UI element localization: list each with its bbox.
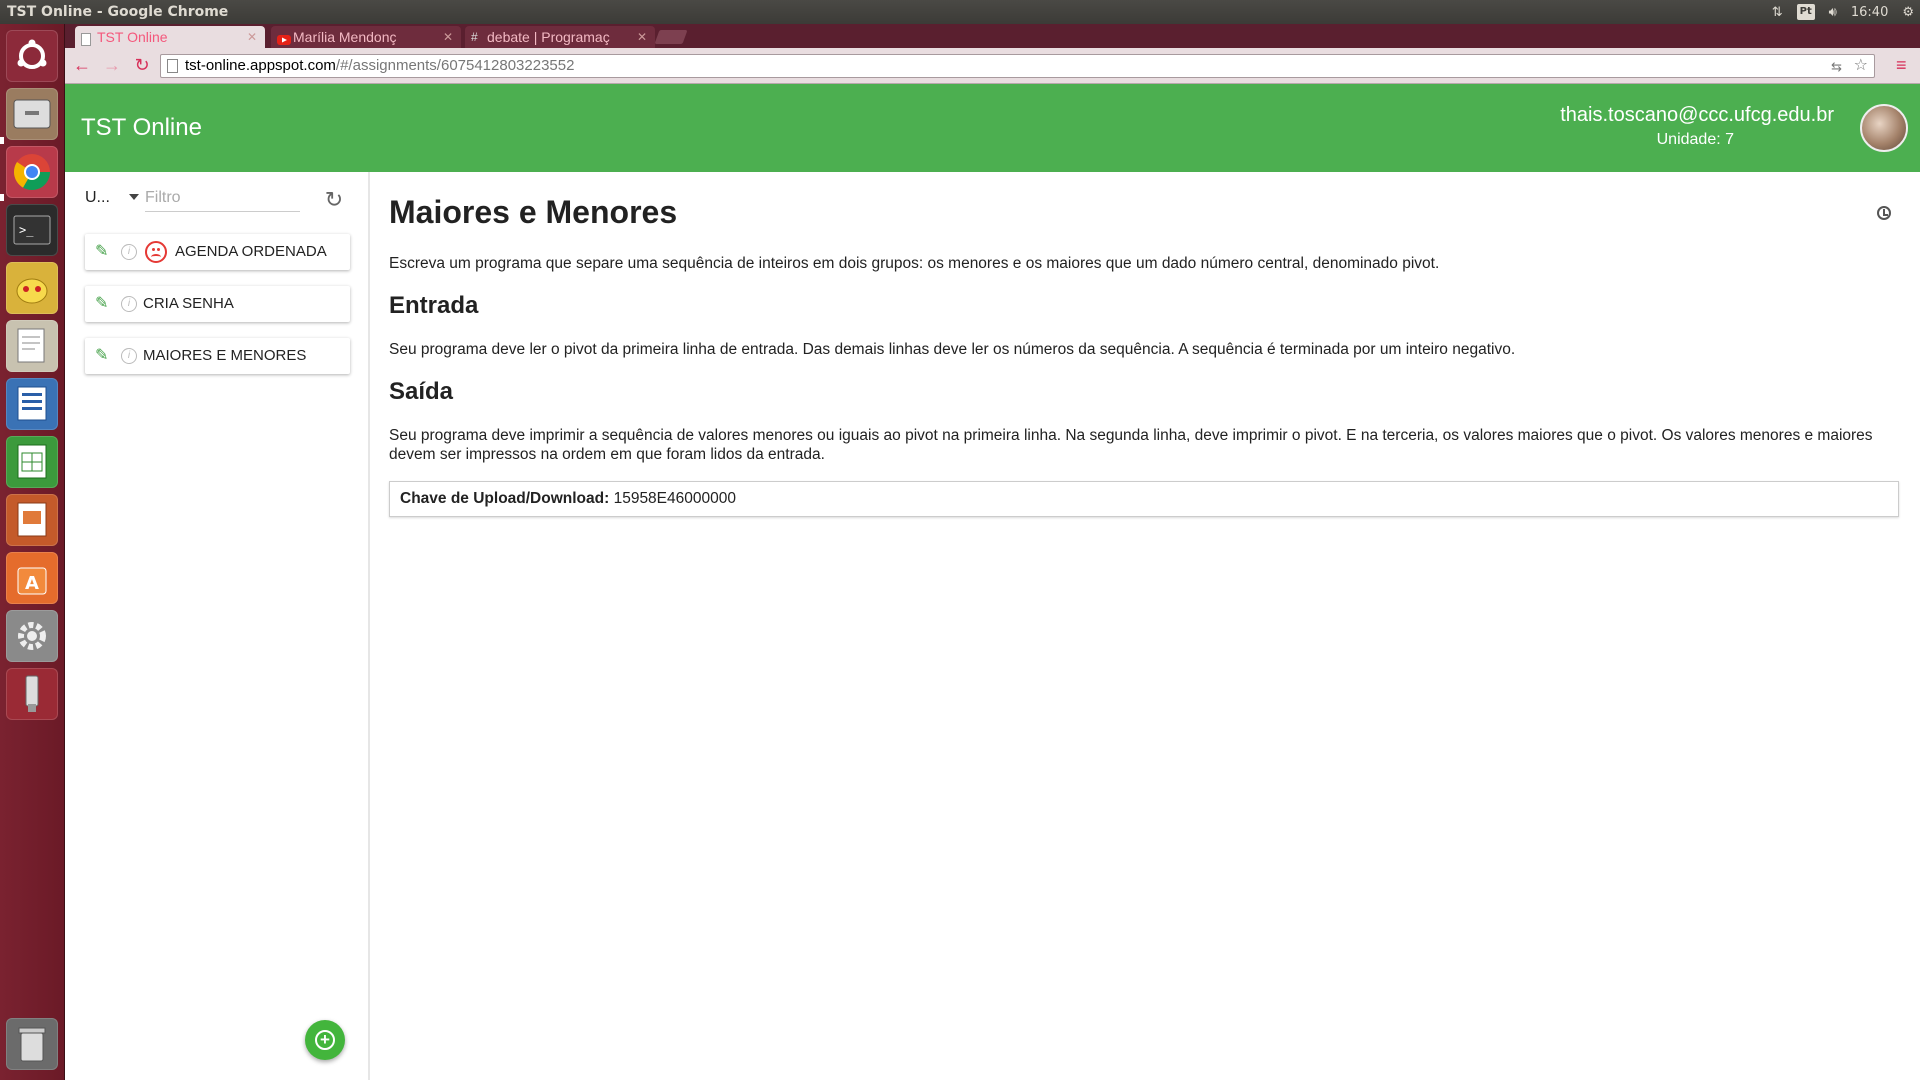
pencil-icon[interactable]: ✎ bbox=[95, 286, 108, 322]
system-settings-icon[interactable] bbox=[6, 610, 58, 662]
impress-icon[interactable] bbox=[6, 494, 58, 546]
software-center-icon[interactable]: A bbox=[6, 552, 58, 604]
input-description: Seu programa deve ler o pivot da primeir… bbox=[389, 341, 1516, 358]
address-bar[interactable]: tst-online.appspot.com/#/assignments/607… bbox=[160, 54, 1875, 78]
upload-key-value[interactable]: 15958E46000000 bbox=[614, 490, 736, 507]
output-heading: Saída bbox=[389, 378, 454, 405]
info-icon[interactable]: i bbox=[121, 296, 137, 312]
svg-text:A: A bbox=[25, 573, 39, 594]
app-header: TST Online thais.toscano@ccc.ufcg.edu.br… bbox=[65, 84, 1920, 172]
keyboard-layout-indicator[interactable]: Pt bbox=[1796, 4, 1815, 20]
page-icon bbox=[167, 59, 178, 73]
window-title: TST Online - Google Chrome bbox=[7, 4, 229, 20]
assignment-label: MAIORES E MENORES bbox=[143, 347, 307, 364]
refresh-icon[interactable]: ↻ bbox=[321, 187, 347, 213]
filter-input[interactable] bbox=[145, 184, 300, 212]
app-title: TST Online bbox=[81, 114, 202, 141]
assignment-description: Escreva um programa que separe uma sequê… bbox=[389, 255, 1440, 272]
reload-icon[interactable]: ↻ bbox=[131, 54, 153, 76]
panel-indicators: ⇅ Pt 🔊︎ 16:40 ⚙ bbox=[1772, 0, 1914, 24]
hashtag-icon: # bbox=[471, 30, 478, 44]
tab-tst-online[interactable]: TST Online ✕ bbox=[75, 26, 265, 48]
chrome-icon[interactable] bbox=[6, 146, 58, 198]
running-indicator bbox=[0, 194, 4, 201]
url-path: /#/assignments/6075412803223552 bbox=[335, 57, 575, 74]
ubuntu-dash-icon[interactable] bbox=[6, 30, 58, 82]
assignment-item-agenda-ordenada[interactable]: ✎ i AGENDA ORDENADA bbox=[85, 234, 350, 270]
assignment-content: Maiores e Menores Escreva um programa qu… bbox=[389, 172, 1899, 1080]
output-description: Seu programa deve imprimir a sequência d… bbox=[389, 427, 1873, 463]
sad-face-icon bbox=[145, 241, 167, 263]
translate-icon[interactable]: ⇆ bbox=[1831, 56, 1842, 78]
app-icon-yellow[interactable] bbox=[6, 262, 58, 314]
tab-title: debate | Programaç bbox=[487, 29, 610, 45]
plus-icon: + bbox=[315, 1030, 335, 1050]
input-heading: Entrada bbox=[389, 292, 479, 319]
chevron-down-icon[interactable] bbox=[129, 194, 139, 200]
top-panel: TST Online - Google Chrome ⇅ Pt 🔊︎ 16:40… bbox=[0, 0, 1920, 24]
clock[interactable]: 16:40 bbox=[1851, 5, 1888, 20]
trash-icon[interactable] bbox=[6, 1018, 58, 1070]
pencil-icon[interactable]: ✎ bbox=[95, 234, 108, 270]
gear-icon[interactable]: ⚙ bbox=[1902, 5, 1914, 20]
calc-icon[interactable] bbox=[6, 436, 58, 488]
info-icon[interactable]: i bbox=[121, 348, 137, 364]
avatar[interactable] bbox=[1860, 104, 1908, 152]
network-icon[interactable]: ⇅ bbox=[1772, 5, 1783, 20]
history-icon[interactable] bbox=[1877, 206, 1891, 220]
assignment-title: Maiores e Menores bbox=[389, 194, 678, 230]
close-icon[interactable]: ✕ bbox=[637, 26, 647, 48]
pencil-icon[interactable]: ✎ bbox=[95, 338, 108, 374]
upload-key-box: Chave de Upload/Download: 15958E46000000 bbox=[389, 481, 1899, 517]
close-icon[interactable]: ✕ bbox=[247, 26, 257, 48]
bookmark-star-icon[interactable]: ☆ bbox=[1854, 55, 1868, 77]
add-assignment-button[interactable]: + bbox=[305, 1020, 345, 1060]
terminal-icon[interactable]: >_ bbox=[6, 204, 58, 256]
unit-select[interactable]: U... bbox=[85, 189, 110, 207]
menu-icon[interactable]: ≡ bbox=[1896, 56, 1914, 74]
close-icon[interactable]: ✕ bbox=[443, 26, 453, 48]
upload-key-label: Chave de Upload/Download: bbox=[400, 490, 610, 507]
launcher: >_ A bbox=[0, 24, 65, 1080]
running-indicator bbox=[0, 137, 4, 144]
svg-text:>_: >_ bbox=[19, 223, 34, 237]
tab-debate[interactable]: # debate | Programaç ✕ bbox=[465, 26, 655, 48]
user-email: thais.toscano@ccc.ufcg.edu.br bbox=[1560, 104, 1834, 126]
text-editor-icon[interactable] bbox=[6, 320, 58, 372]
url-host: tst-online.appspot.com bbox=[185, 57, 336, 74]
assignment-label: CRIA SENHA bbox=[143, 295, 234, 312]
assignment-item-cria-senha[interactable]: ✎ i CRIA SENHA bbox=[85, 286, 350, 322]
tab-strip: TST Online ✕ Marília Mendonç ✕ # debate … bbox=[65, 24, 1920, 48]
files-icon[interactable] bbox=[6, 88, 58, 140]
browser-toolbar: ← → ↻ tst-online.appspot.com/#/assignmen… bbox=[65, 48, 1920, 84]
volume-icon[interactable]: 🔊︎ bbox=[1829, 5, 1837, 20]
assignment-item-maiores-e-menores[interactable]: ✎ i MAIORES E MENORES bbox=[85, 338, 350, 374]
writer-icon[interactable] bbox=[6, 378, 58, 430]
info-icon[interactable]: i bbox=[121, 244, 137, 260]
tab-title: TST Online bbox=[97, 29, 168, 45]
sidebar: U... ↻ ✎ i AGENDA ORDENADA ✎ i CRIA SENH… bbox=[65, 172, 370, 1080]
user-unit: Unidade: 7 bbox=[1656, 131, 1734, 148]
back-arrow-icon[interactable]: ← bbox=[71, 54, 93, 76]
youtube-icon bbox=[277, 30, 291, 45]
tab-title: Marília Mendonç bbox=[293, 29, 397, 45]
tab-youtube[interactable]: Marília Mendonç ✕ bbox=[271, 26, 461, 48]
page-icon bbox=[81, 30, 93, 46]
new-tab-button[interactable] bbox=[654, 30, 688, 44]
forward-arrow-icon[interactable]: → bbox=[101, 54, 123, 76]
usb-drive-icon[interactable] bbox=[6, 668, 58, 720]
assignment-label: AGENDA ORDENADA bbox=[175, 243, 327, 260]
